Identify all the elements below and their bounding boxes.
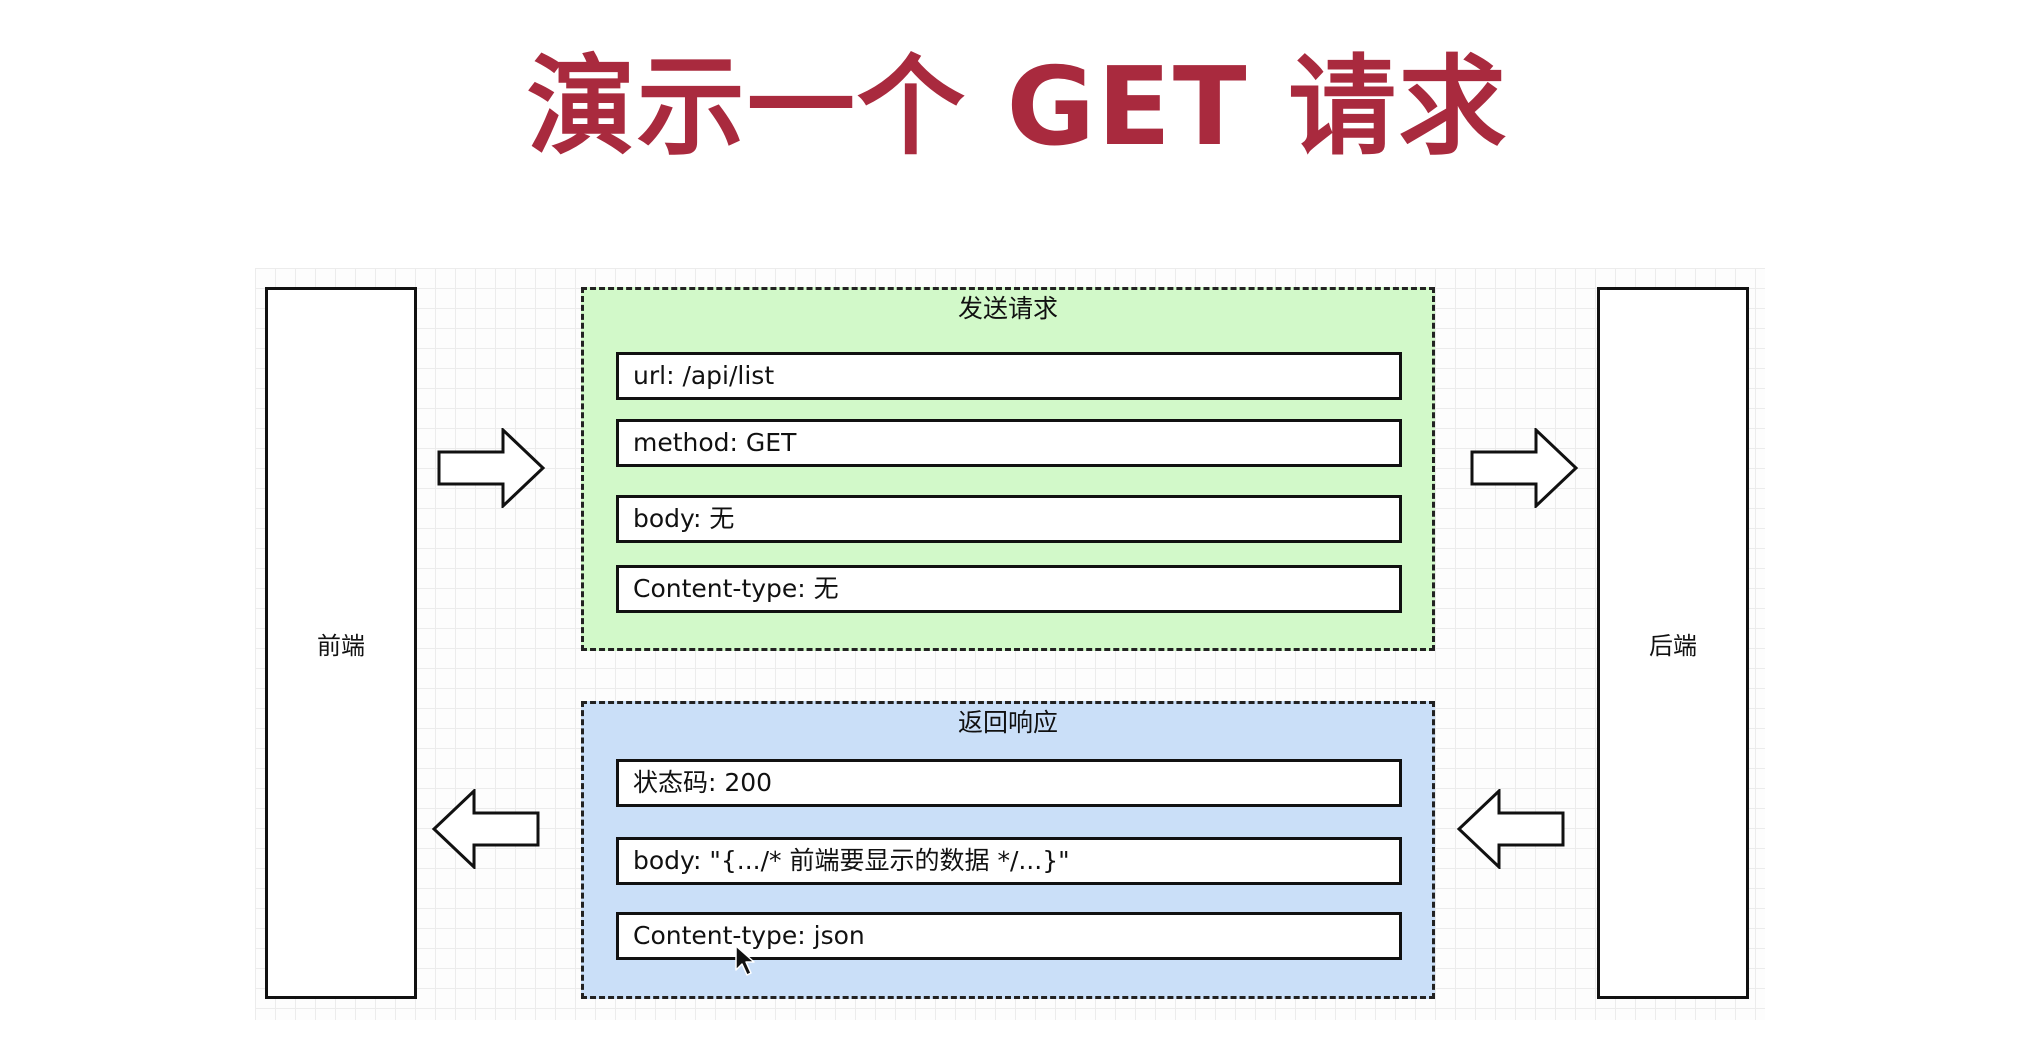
backend-label: 后端 <box>1649 631 1697 660</box>
frontend-label: 前端 <box>317 631 365 660</box>
request-field-content-type: Content-type: 无 <box>616 565 1402 613</box>
request-field-url: url: /api/list <box>616 352 1402 400</box>
backend-box: 后端 <box>1597 287 1749 999</box>
response-field-status-code: 状态码: 200 <box>616 759 1402 807</box>
arrow-left-icon <box>431 789 540 869</box>
request-field-body: body: 无 <box>616 495 1402 543</box>
request-field-method: method: GET <box>616 419 1402 467</box>
arrow-right-icon <box>437 428 546 508</box>
page-title: 演示一个 GET 请求 <box>526 45 1509 170</box>
response-field-body: body: "{.../* 前端要显示的数据 */...}" <box>616 837 1402 885</box>
frontend-box: 前端 <box>265 287 417 999</box>
slide: 演示一个 GET 请求 前端 后端 发送请求 url: /api/list me… <box>0 0 2035 1038</box>
response-group-title: 返回响应 <box>957 708 1058 737</box>
arrow-right-icon <box>1470 428 1579 508</box>
request-group-title: 发送请求 <box>957 294 1058 323</box>
arrow-left-icon <box>1456 789 1565 869</box>
mouse-cursor-icon <box>735 945 755 976</box>
request-group: 发送请求 url: /api/list method: GET body: 无 … <box>581 287 1435 651</box>
response-group: 返回响应 状态码: 200 body: "{.../* 前端要显示的数据 */.… <box>581 701 1435 999</box>
